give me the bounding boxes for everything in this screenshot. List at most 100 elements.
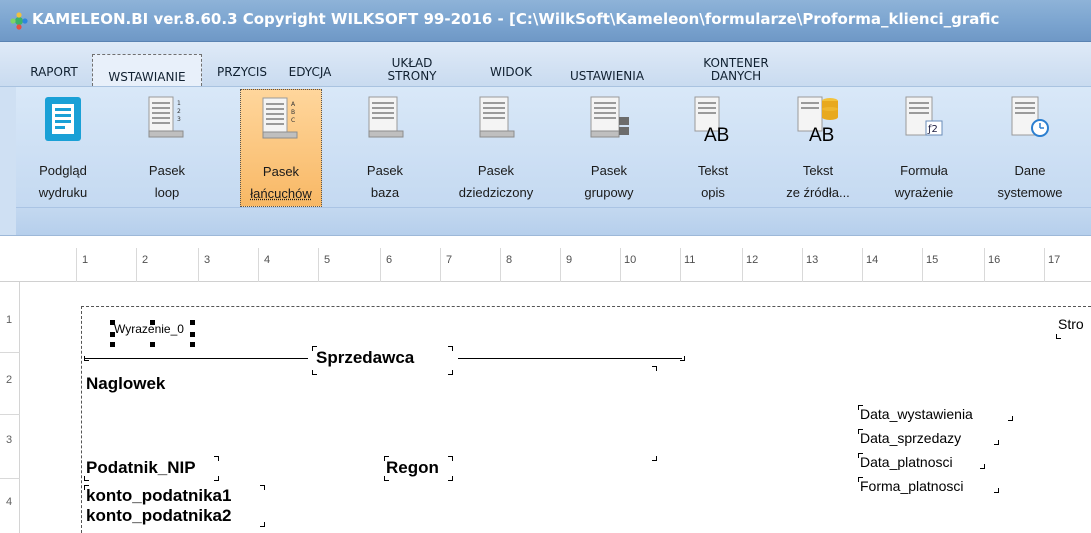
field-data-sprzedazy[interactable]: Data_sprzedazy xyxy=(860,430,961,446)
title-bar: KAMELEON.BI ver.8.60.3 Copyright WILKSOF… xyxy=(0,0,1091,42)
ruler-mark: 6 xyxy=(386,254,393,266)
field-forma-platnosci[interactable]: Forma_platnosci xyxy=(860,478,964,494)
print-preview-label-1: Podgląd xyxy=(39,163,87,178)
system-data-label-2: systemowe xyxy=(997,185,1063,200)
base-band-label-1: Pasek xyxy=(366,163,404,178)
field-naglowek-text: Naglowek xyxy=(86,374,166,393)
text-label-label-2: opis xyxy=(701,185,725,200)
tab-uklad-strony[interactable]: UKŁAD STRONY xyxy=(372,54,452,86)
loop-band-button[interactable]: 1 2 3 Pasek loop xyxy=(126,89,208,207)
inherited-band-button[interactable]: Pasek dziedziczony xyxy=(448,89,544,207)
svg-text:C: C xyxy=(291,117,295,124)
tab-edycja[interactable]: EDYCJA xyxy=(280,54,340,86)
inherited-band-label-1: Pasek xyxy=(477,163,515,178)
svg-text:AB: AB xyxy=(809,125,834,145)
group-band-button[interactable]: Pasek grupowy xyxy=(568,89,650,207)
selection-handle[interactable] xyxy=(150,342,155,347)
field-sprzedawca-text: Sprzedawca xyxy=(316,348,415,367)
base-band-button[interactable]: Pasek baza xyxy=(344,89,426,207)
field-naglowek[interactable]: Naglowek xyxy=(86,374,165,394)
field-corner xyxy=(994,440,999,445)
tab-kontener-danych[interactable]: KONTENER DANYCH xyxy=(686,54,786,86)
svg-text:AB: AB xyxy=(704,125,729,145)
svg-text:A: A xyxy=(291,101,296,108)
formula-label-2: wyrażenie xyxy=(894,185,954,200)
text-label-button[interactable]: AB Tekst opis xyxy=(672,89,754,207)
tab-label: WSTAWIANIE xyxy=(108,71,186,81)
selection-handle[interactable] xyxy=(110,342,115,347)
field-sprzedawca[interactable]: Sprzedawca xyxy=(316,348,414,368)
field-corner xyxy=(652,456,657,461)
system-data-label-1: Dane xyxy=(1014,163,1046,178)
selection-handle[interactable] xyxy=(110,320,115,325)
field-regon[interactable]: Regon xyxy=(386,458,439,478)
text-source-label-1: Tekst xyxy=(802,163,834,178)
field-corner xyxy=(1008,416,1013,421)
system-data-icon xyxy=(1011,96,1049,137)
field-wyrazenie-text: Wyrazenie_0 xyxy=(114,322,184,336)
field-data-wystawienia[interactable]: Data_wystawienia xyxy=(860,406,973,422)
field-konto-podatnika1[interactable]: konto_podatnika1 xyxy=(86,486,231,506)
field-strona[interactable]: Stro xyxy=(1058,316,1084,332)
ruler-mark: 13 xyxy=(806,254,819,266)
field-corner xyxy=(448,476,453,481)
text-source-icon: AB xyxy=(797,96,838,145)
field-corner xyxy=(448,456,453,461)
selection-handle[interactable] xyxy=(150,320,155,325)
tab-widok[interactable]: WIDOK xyxy=(478,54,544,86)
ruler-mark: 2 xyxy=(6,374,13,386)
tab-label-line1 xyxy=(93,58,201,71)
field-corner xyxy=(1056,334,1061,339)
selection-handle[interactable] xyxy=(110,332,115,337)
field-podatnik-nip-text: Podatnik_NIP xyxy=(86,458,196,477)
formula-label-1: Formuła xyxy=(900,163,948,178)
selection-handle[interactable] xyxy=(190,342,195,347)
field-corner xyxy=(260,485,265,490)
field-data-platnosci[interactable]: Data_platnosci xyxy=(860,454,953,470)
tab-wstawianie[interactable]: WSTAWIANIE xyxy=(92,54,202,86)
field-konto-podatnika2[interactable]: konto_podatnika2 xyxy=(86,506,231,526)
field-regon-text: Regon xyxy=(386,458,439,477)
text-source-label-2: ze źródła... xyxy=(786,185,850,200)
loop-band-label-2: loop xyxy=(154,185,180,200)
tab-label-line2: DANYCH xyxy=(710,69,762,80)
ruler-mark: 15 xyxy=(926,254,939,266)
selection-handle[interactable] xyxy=(190,332,195,337)
loop-band-label-1: Pasek xyxy=(148,163,186,178)
field-corner xyxy=(312,370,317,375)
tab-raport[interactable]: RAPORT xyxy=(22,54,86,86)
tab-label: USTAWIENIA xyxy=(569,70,645,80)
base-band-label-2: baza xyxy=(370,185,400,200)
ruler-mark: 14 xyxy=(866,254,879,266)
field-data-wystawienia-text: Data_wystawienia xyxy=(860,406,973,422)
field-strona-text: Stro xyxy=(1058,316,1084,332)
field-corner xyxy=(214,476,219,481)
svg-text:3: 3 xyxy=(177,116,181,123)
ruler-mark: 17 xyxy=(1048,254,1061,266)
print-preview-button[interactable]: Podgląd wydruku xyxy=(22,89,104,207)
tab-przycis[interactable]: PRZYCIS xyxy=(212,54,272,86)
tab-ustawienia[interactable]: USTAWIENIA xyxy=(552,54,662,86)
text-source-button[interactable]: AB Tekst ze źródła... xyxy=(776,89,860,207)
selection-handle[interactable] xyxy=(190,320,195,325)
ruler-mark: 5 xyxy=(324,254,331,266)
window-title: KAMELEON.BI ver.8.60.3 Copyright WILKSOF… xyxy=(32,10,1000,28)
tab-label-line1: UKŁAD xyxy=(391,56,433,70)
band-boundary xyxy=(81,306,82,533)
svg-text:ƒ2: ƒ2 xyxy=(927,124,938,135)
system-data-button[interactable]: Dane systemowe xyxy=(988,89,1072,207)
field-konto1-text: konto_podatnika1 xyxy=(86,486,232,505)
inherited-band-icon xyxy=(479,96,515,138)
formula-button[interactable]: ƒ2 Formuła wyrażenie xyxy=(882,89,966,207)
chain-band-button[interactable]: A B C Pasek łańcuchów xyxy=(240,89,322,207)
tab-label: EDYCJA xyxy=(288,65,332,79)
vertical-ruler: 1 2 3 4 xyxy=(0,282,20,533)
tab-label-line2: STRONY xyxy=(387,69,437,80)
ruler-mark: 16 xyxy=(988,254,1001,266)
field-podatnik-nip[interactable]: Podatnik_NIP xyxy=(86,458,196,478)
chain-band-label-2: łańcuchów xyxy=(250,186,312,201)
field-wyrazenie[interactable]: Wyrazenie_0 xyxy=(114,322,184,336)
field-forma-platnosci-text: Forma_platnosci xyxy=(860,478,964,494)
ruler-mark: 3 xyxy=(204,254,211,266)
field-corner xyxy=(448,346,453,351)
